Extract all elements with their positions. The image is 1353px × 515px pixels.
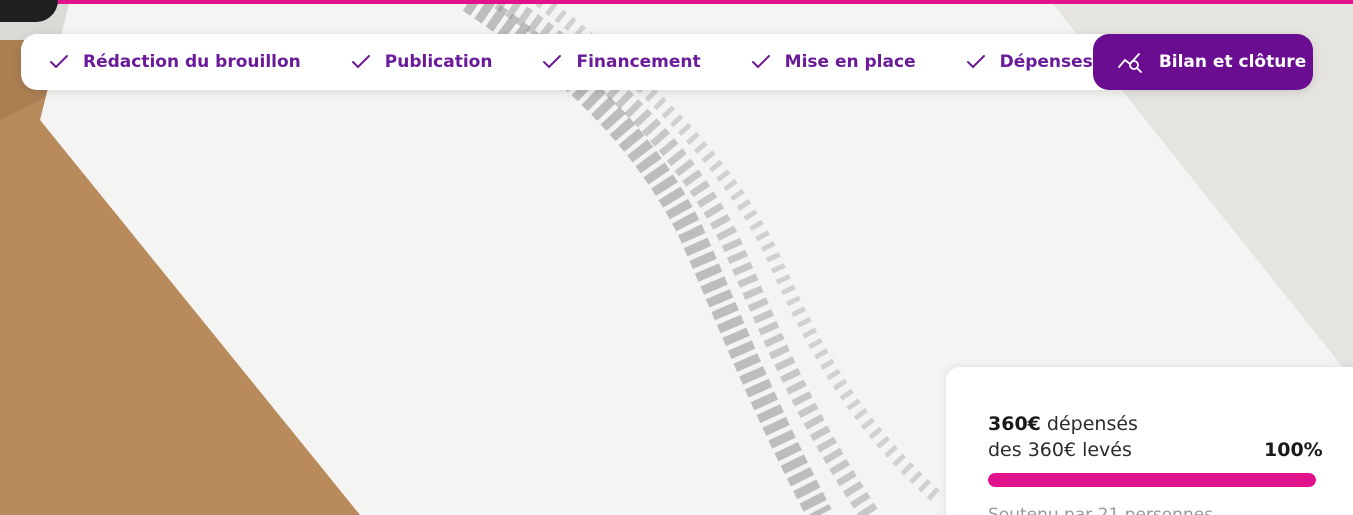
chart-search-icon <box>1117 51 1145 73</box>
step-redaction-du-brouillon[interactable]: Rédaction du brouillon <box>49 34 301 90</box>
raised-amount-text: des 360€ levés <box>988 439 1132 461</box>
step-depenses[interactable]: Dépenses <box>966 34 1093 90</box>
spent-line: 360€ dépensés <box>988 413 1138 435</box>
top-accent-bar <box>0 0 1353 4</box>
check-icon <box>49 54 69 70</box>
step-financement[interactable]: Financement <box>542 34 701 90</box>
funding-summary-card: 360€ dépensés des 360€ levés 100% Souten… <box>946 367 1353 515</box>
step-label: Rédaction du brouillon <box>83 52 301 72</box>
funding-progress-fill <box>988 473 1316 487</box>
step-label: Publication <box>384 52 493 72</box>
supporters-count: Soutenu par 21 personnes <box>988 505 1214 515</box>
project-steps-nav: Rédaction du brouillon Publication Finan… <box>21 34 1313 90</box>
step-label: Mise en place <box>784 52 916 72</box>
project-page: Rédaction du brouillon Publication Finan… <box>0 0 1353 515</box>
check-icon <box>542 54 562 70</box>
spent-amount: 360€ <box>988 413 1041 435</box>
check-icon <box>351 54 371 70</box>
step-label: Bilan et clôture <box>1158 52 1307 72</box>
funding-progress-bar <box>988 473 1316 487</box>
check-icon <box>751 54 771 70</box>
step-mise-en-place[interactable]: Mise en place <box>751 34 916 90</box>
step-bilan-et-cloture[interactable]: Bilan et clôture <box>1092 34 1313 90</box>
step-label: Financement <box>576 52 701 72</box>
check-icon <box>966 54 986 70</box>
funding-percent: 100% <box>1264 439 1323 461</box>
spent-label: dépensés <box>1040 413 1138 435</box>
step-label: Dépenses <box>999 52 1093 72</box>
step-publication[interactable]: Publication <box>351 34 493 90</box>
